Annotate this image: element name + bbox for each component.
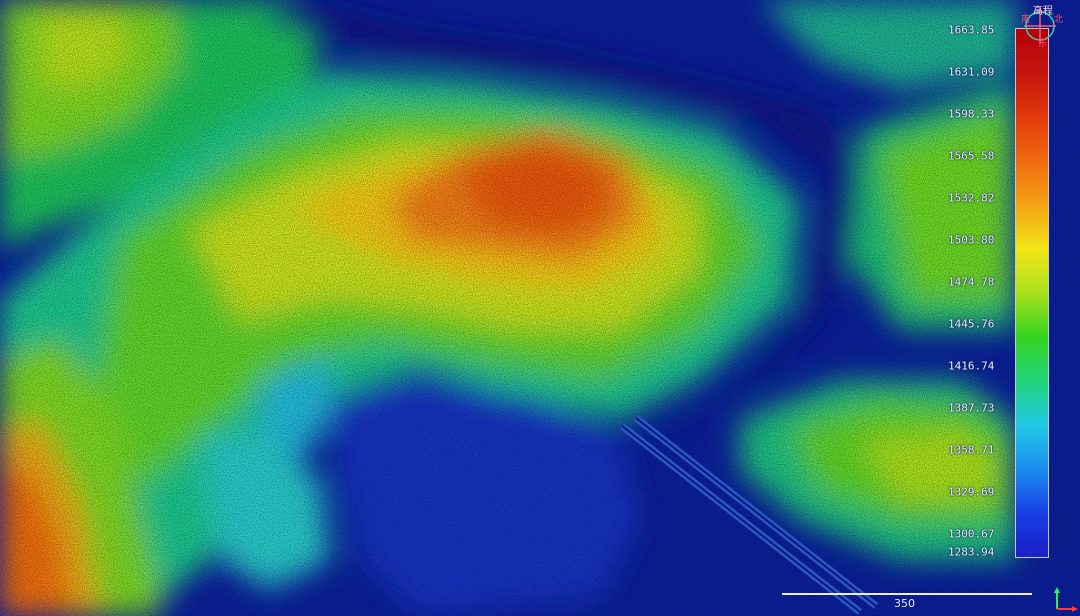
legend-tick-label: 1416.74 bbox=[948, 359, 995, 373]
legend-tick-label: 1445.76 bbox=[948, 317, 995, 331]
axis-gizmo-icon bbox=[1054, 587, 1078, 612]
legend-tick-label: 1598.33 bbox=[948, 107, 995, 121]
compass-label: 高程 bbox=[1033, 6, 1053, 17]
scale-bar bbox=[782, 593, 1032, 595]
legend-tick-label: 1503.80 bbox=[948, 233, 995, 247]
legend-tick-label: 1358.71 bbox=[948, 443, 995, 457]
legend-tick-label: 1565.58 bbox=[948, 149, 995, 163]
svg-text:南: 南 bbox=[1021, 13, 1030, 25]
svg-text:北: 北 bbox=[1054, 14, 1063, 25]
legend-tick-label: 1387.73 bbox=[948, 401, 995, 415]
legend-gradient bbox=[1016, 29, 1048, 557]
legend-tick-label: 1474.78 bbox=[948, 275, 995, 289]
scale-label: 350 bbox=[894, 597, 915, 610]
legend-tick-label: 1532.82 bbox=[948, 191, 995, 205]
legend-tick-label: 1300.67 bbox=[948, 527, 995, 541]
elevation-color-legend bbox=[1015, 28, 1049, 558]
legend-tick-label: 1329.69 bbox=[948, 485, 995, 499]
svg-text:东: 东 bbox=[1038, 37, 1047, 49]
legend-tick-label: 1631.09 bbox=[948, 65, 995, 79]
legend-tick-label: 1283.94 bbox=[948, 545, 995, 559]
terrain-map-viewport[interactable]: 1663.85 1631.09 1598.33 1565.58 1532.82 1503.… bbox=[0, 0, 1080, 616]
legend-tick-label: 1663.85 bbox=[948, 23, 995, 37]
elevation-terrain-surface bbox=[0, 0, 1080, 616]
